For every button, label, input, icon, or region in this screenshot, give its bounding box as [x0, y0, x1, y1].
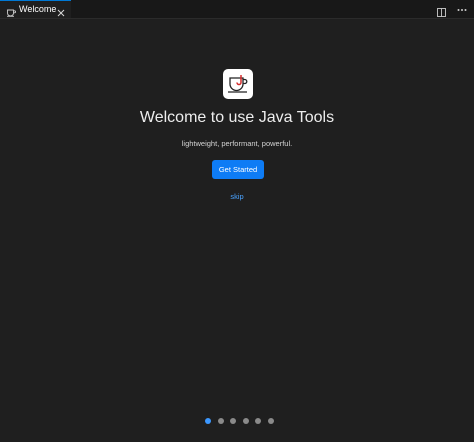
pagination-dot[interactable]: [255, 418, 261, 424]
skip-link-row: skip: [0, 192, 474, 202]
tab-welcome[interactable]: Welcome: [0, 0, 71, 18]
more-actions-icon[interactable]: [456, 3, 468, 15]
page-subtitle: lightweight, performant, powerful.: [181, 139, 293, 148]
pagination-dot[interactable]: [242, 418, 249, 424]
pagination-dots: [205, 418, 274, 424]
skip-link[interactable]: skip: [230, 192, 243, 201]
close-icon[interactable]: [57, 4, 65, 17]
get-started-button[interactable]: Get Started: [212, 160, 264, 179]
pagination-dot[interactable]: [205, 418, 211, 424]
pagination-dot[interactable]: [230, 418, 236, 424]
pagination-dot[interactable]: [267, 418, 274, 424]
coffee-cup-icon: [6, 4, 17, 17]
pagination-dot[interactable]: [217, 418, 224, 424]
split-editor-icon[interactable]: [437, 4, 446, 17]
welcome-page: Welcome to use Java Tools lightweight, p…: [0, 19, 474, 442]
java-tools-logo-icon: [223, 69, 253, 99]
tab-label: Welcome: [19, 4, 57, 14]
page-title: Welcome to use Java Tools: [139, 109, 335, 126]
editor-tab-bar: Welcome: [0, 0, 474, 19]
